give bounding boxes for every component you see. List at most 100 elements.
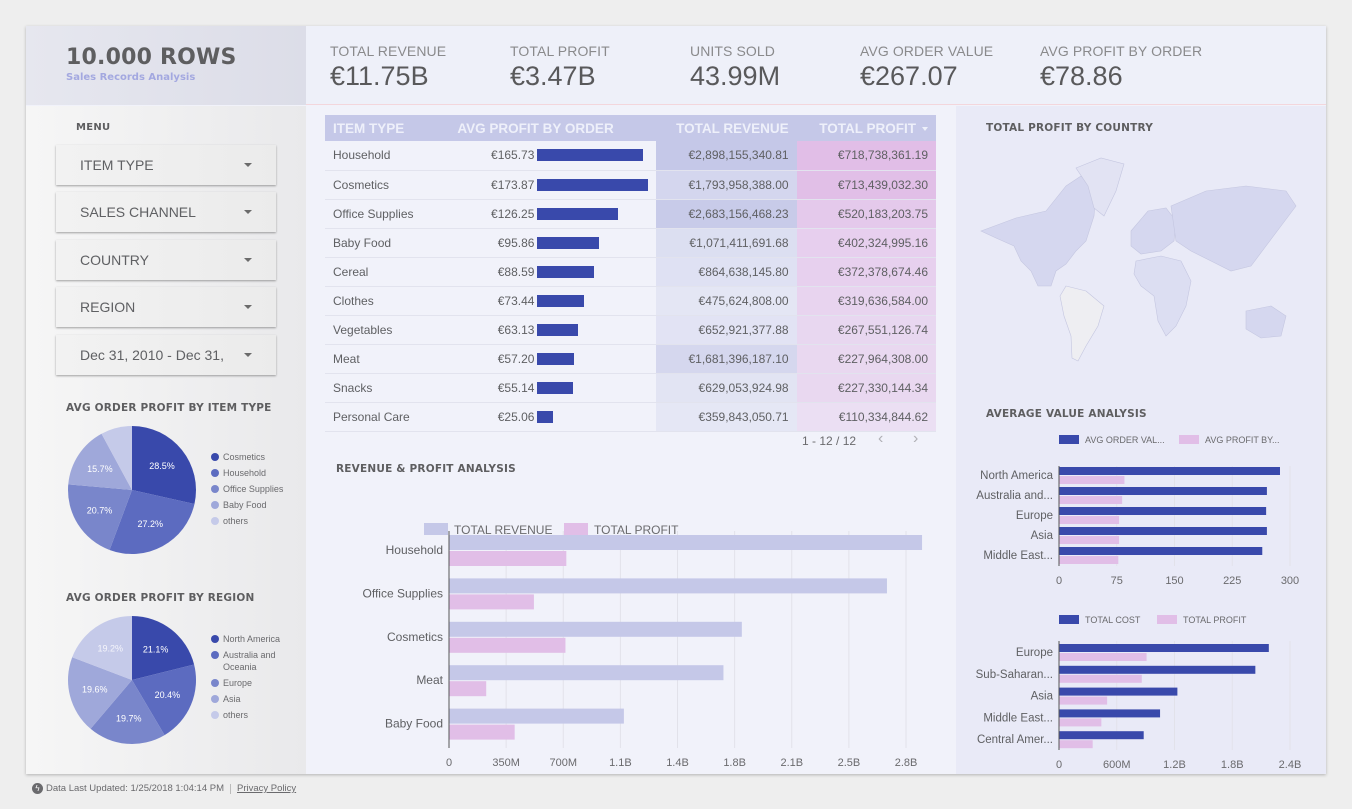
kpi-label: AVG PROFIT BY ORDER [1040,43,1203,59]
pie-chart-item-type: 28.5% 27.2% 20.7% 15.7% [68,426,196,554]
category-label: Middle East... [983,712,1053,724]
kpi-value: €3.47B [510,61,596,91]
cell-item-type: Vegetables [325,315,450,345]
cell-total-profit: €227,964,308.00 [796,344,936,374]
avg-profit-bar [537,381,573,394]
bar[interactable] [1059,653,1147,661]
col-header-item-type[interactable]: ITEM TYPE [325,115,450,141]
legend-label: Baby Food [223,500,267,510]
avg-profit-bar [537,294,585,307]
category-label: Australia and... [976,490,1053,502]
legend-item[interactable]: others [211,709,295,721]
x-tick-label: 1.8B [1221,759,1244,771]
bar[interactable] [1059,687,1178,696]
world-map[interactable] [976,146,1316,376]
kpi-total-revenue: TOTAL REVENUE €11.75B [330,43,446,92]
bar[interactable] [1059,709,1161,718]
bar[interactable] [449,665,724,681]
bar[interactable] [1059,487,1267,495]
table-row[interactable]: Personal Care €25.06 €359,843,050.71 €110,3… [325,402,936,432]
legend-item[interactable]: Europe [211,677,295,689]
cell-total-revenue: €1,071,411,691.68 [656,228,797,258]
x-tick-label: 2.1B [780,757,803,769]
cell-total-revenue: €629,053,924.98 [656,373,797,403]
cell-avg-profit: €55.14 [449,373,657,403]
bar[interactable] [449,637,566,653]
bar[interactable] [449,681,487,697]
table-row[interactable]: Vegetables €63.13 €652,921,377.88 €267,551,… [325,315,936,345]
table-row[interactable]: Snacks €55.14 €629,053,924.98 €227,330,144.… [325,373,936,403]
filter-country[interactable]: COUNTRY [56,240,276,280]
bar[interactable] [1059,644,1269,652]
bar[interactable] [1059,547,1263,555]
privacy-policy-link[interactable]: Privacy Policy [237,783,296,794]
table-row[interactable]: Clothes €73.44 €475,624,808.00 €319,636,584… [325,286,936,316]
bar[interactable] [449,535,923,550]
table-row[interactable]: Cosmetics €173.87 €1,793,958,388.00 €713,43… [325,170,936,200]
col-header-total-revenue[interactable]: TOTAL REVENUE [656,115,797,141]
legend-item[interactable]: Australia and Oceania [211,649,295,673]
bar[interactable] [1059,507,1267,515]
legend-swatch [211,501,219,509]
bar[interactable] [1059,674,1142,683]
avg-profit-bar [537,410,554,423]
bar[interactable] [1059,527,1267,535]
x-tick-label: 75 [1111,575,1123,587]
category-label: North America [980,470,1053,482]
pie-slice-label: 20.4% [155,690,181,700]
legend-item[interactable]: Household [211,467,283,479]
legend-item[interactable]: Cosmetics [211,451,283,463]
filter-region[interactable]: REGION [56,287,276,327]
col-header-total-profit[interactable]: TOTAL PROFIT [796,115,936,141]
chevron-right-icon[interactable]: › [913,430,918,448]
bar[interactable] [1059,731,1144,740]
cell-total-revenue: €652,921,377.88 [656,315,797,345]
bar[interactable] [449,724,515,740]
bar[interactable] [449,578,887,594]
bar[interactable] [1059,556,1119,564]
legend-item[interactable]: North America [211,633,295,645]
bar[interactable] [449,708,624,724]
bar[interactable] [1059,496,1123,504]
bar[interactable] [449,551,567,566]
x-tick-label: 1.2B [1163,759,1186,771]
avg-profit-bar [537,207,619,220]
bar[interactable] [1059,476,1125,484]
cell-total-profit: €110,334,844.62 [796,402,936,432]
kpi-label: TOTAL PROFIT [510,43,610,59]
table-row[interactable]: Office Supplies €126.25 €2,683,156,468.23 €… [325,199,936,229]
bar[interactable] [1059,467,1280,475]
category-label: Cosmetics [387,630,443,644]
bar[interactable] [449,594,534,610]
pie-slice-label: 20.7% [87,505,113,515]
table-row[interactable]: Meat €57.20 €1,681,396,187.10 €227,964,308.… [325,344,936,374]
legend-label: Australia and Oceania [223,650,276,672]
legend-label: Office Supplies [223,484,284,494]
cell-total-profit: €402,324,995.16 [796,228,936,258]
bar[interactable] [1059,696,1108,705]
cell-avg-profit: €25.06 [449,402,657,432]
bar[interactable] [1059,740,1093,749]
bar[interactable] [1059,665,1256,674]
legend-swatch [211,651,219,659]
legend-item[interactable]: Asia [211,693,295,705]
bar[interactable] [1059,718,1102,727]
bar[interactable] [449,621,742,637]
bar[interactable] [1059,516,1120,524]
bar[interactable] [1059,536,1120,544]
filter-item-type[interactable]: ITEM TYPE [56,145,276,185]
date-range-picker[interactable]: Dec 31, 2010 - Dec 31, [56,335,276,375]
legend-item[interactable]: Baby Food [211,499,283,511]
col-header-avg-profit[interactable]: AVG PROFIT BY ORDER [449,115,657,141]
table-row[interactable]: Household €165.73 €2,898,155,340.81 €718,73… [325,141,936,171]
footer-divider [230,783,231,794]
legend-item[interactable]: Office Supplies [211,483,283,495]
legend-item[interactable]: others [211,515,283,527]
table-row[interactable]: Cereal €88.59 €864,638,145.80 €372,378,674.… [325,257,936,287]
filter-sales-channel[interactable]: SALES CHANNEL [56,192,276,232]
right-panel: TOTAL PROFIT BY COUNTRY AVERAGE VALUE AN… [956,106,1326,774]
table-row[interactable]: Baby Food €95.86 €1,071,411,691.68 €402,324… [325,228,936,258]
legend-label: AVG PROFIT BY... [1205,435,1280,445]
category-label: Meat [416,673,443,687]
chevron-left-icon[interactable]: ‹ [878,430,883,448]
